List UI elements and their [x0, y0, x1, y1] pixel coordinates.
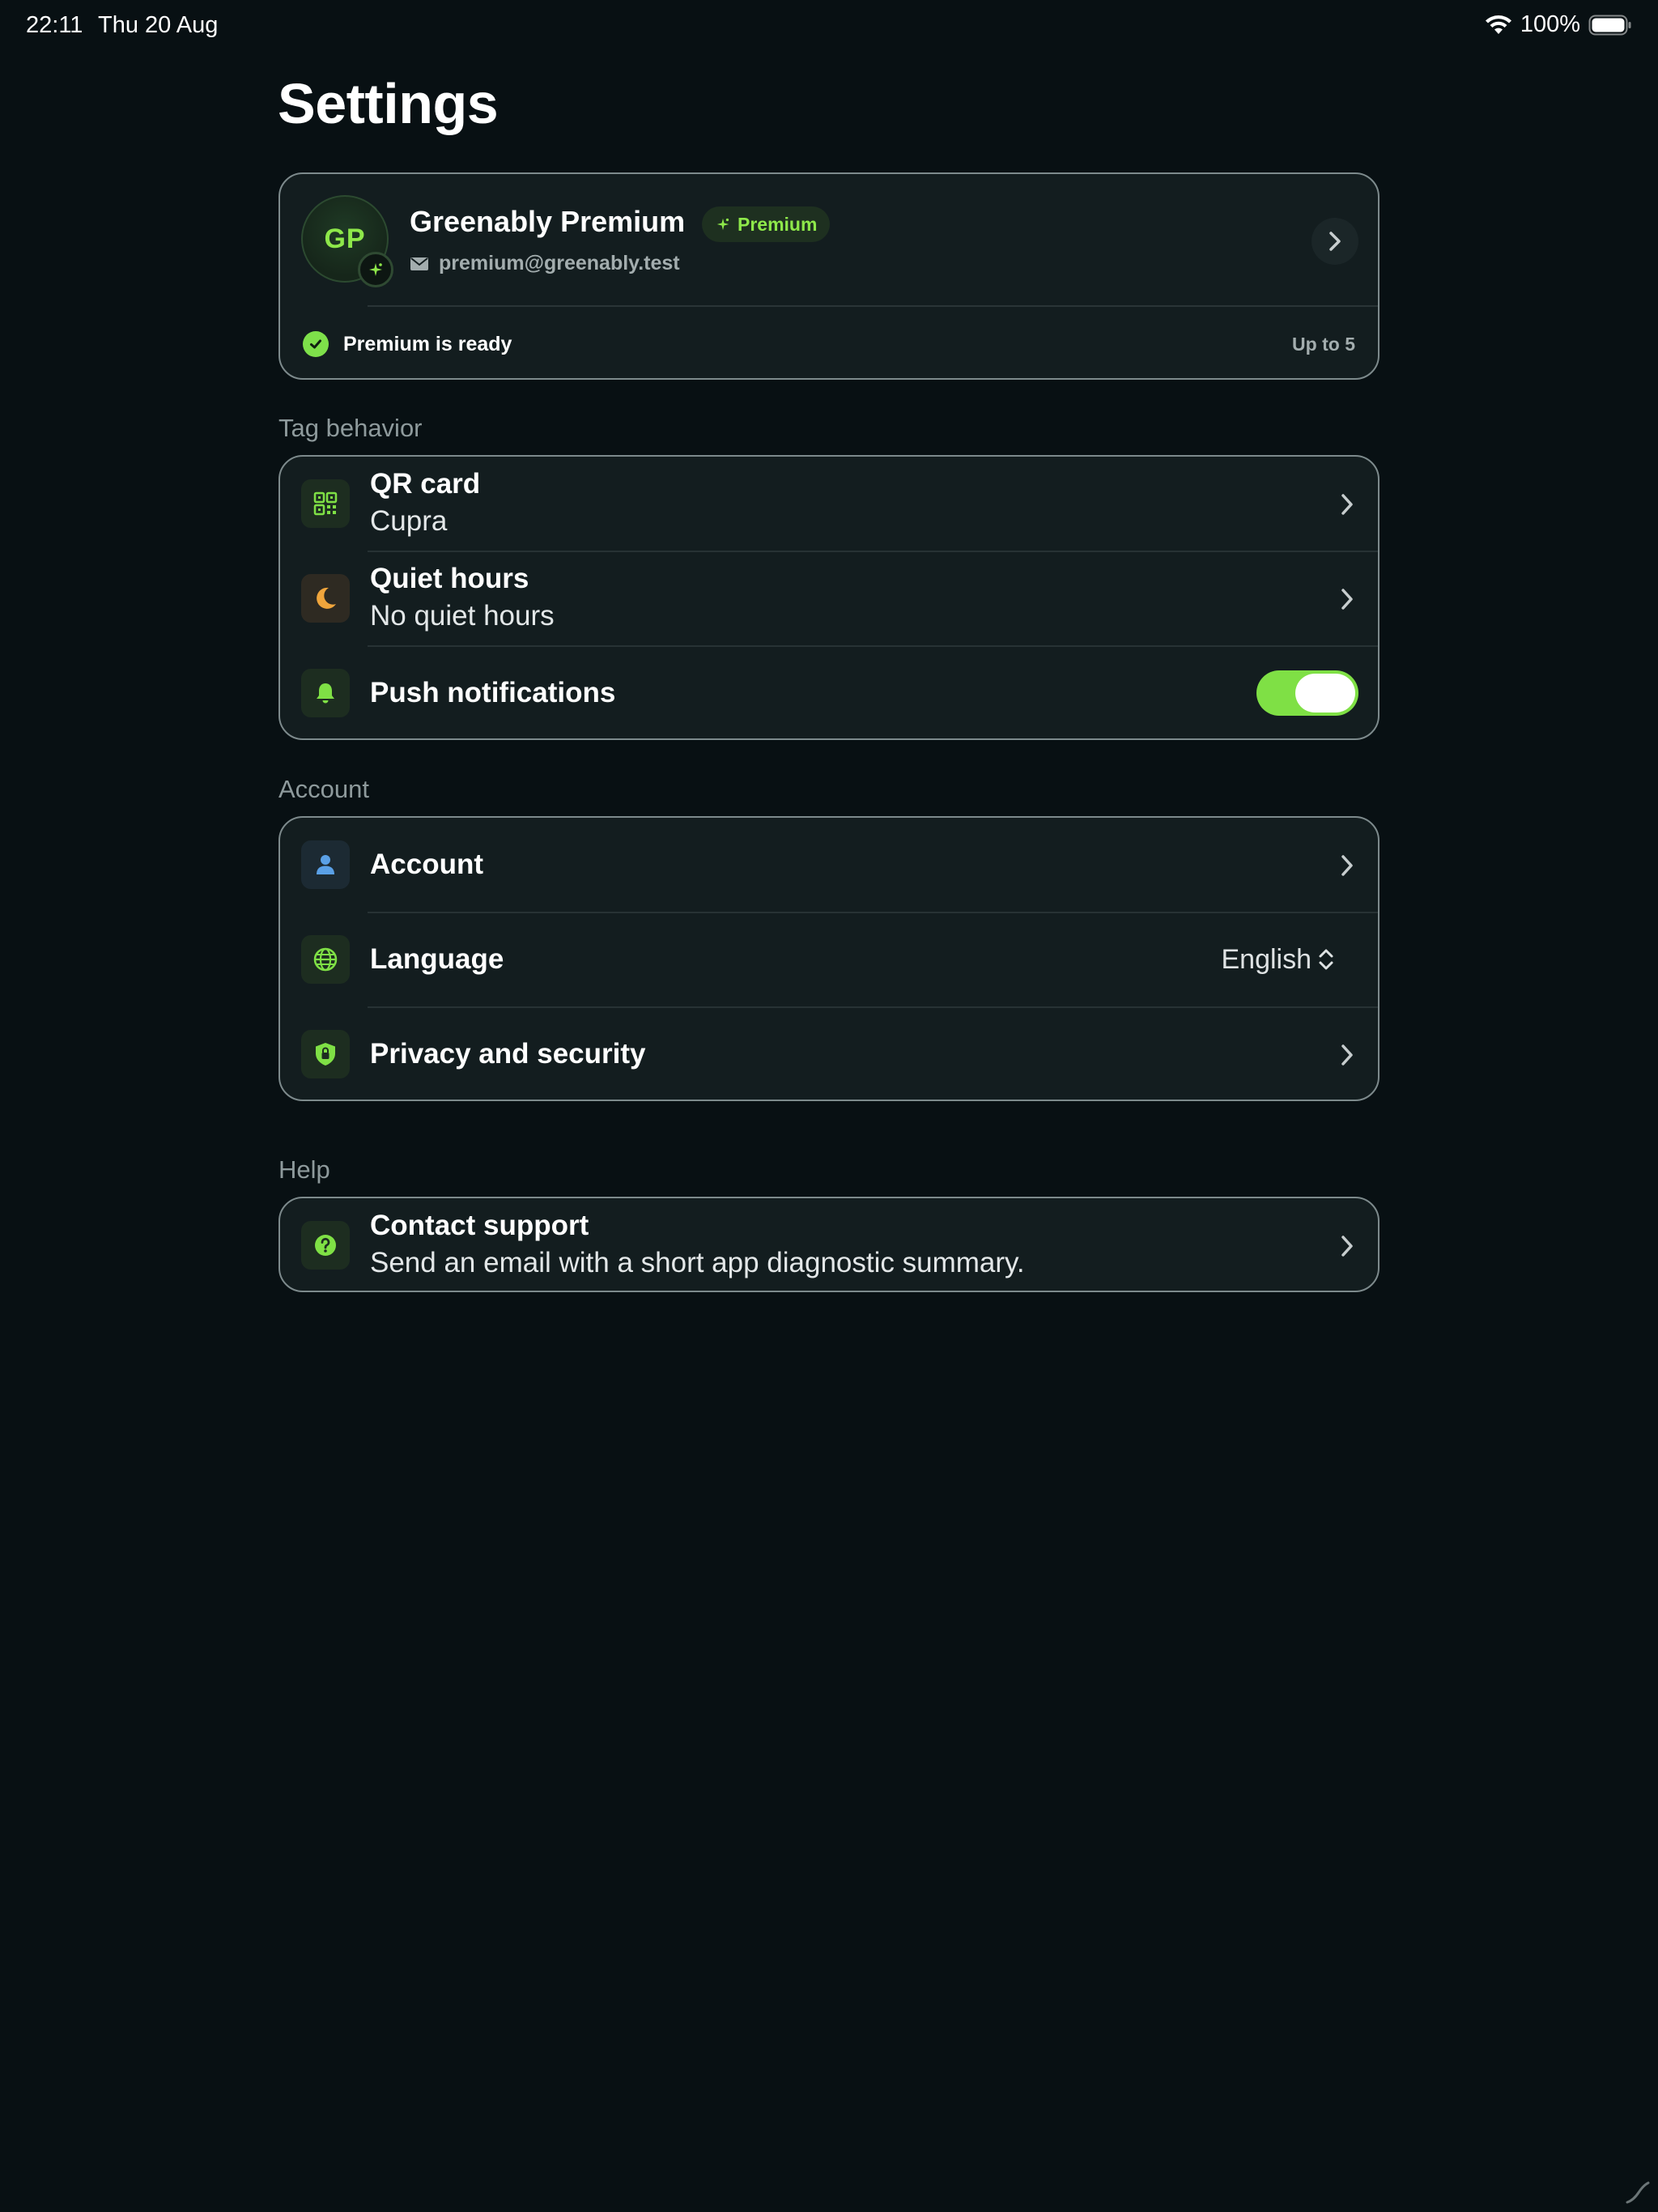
quiet-hours-title: Quiet hours	[370, 563, 529, 594]
moon-icon	[301, 574, 350, 623]
account-row[interactable]: Account	[280, 818, 1378, 912]
premium-status-row: Premium is ready Up to 5	[303, 328, 1355, 360]
divider	[368, 305, 1378, 307]
help-card: Contact support Send an email with a sho…	[278, 1197, 1380, 1292]
privacy-security-row[interactable]: Privacy and security	[280, 1007, 1378, 1100]
check-icon	[303, 331, 329, 357]
chevron-right-icon	[1341, 589, 1353, 610]
account-card: Account Language English Privacy and sec…	[278, 816, 1380, 1101]
avatar-sparkle-badge	[358, 252, 393, 287]
profile-name: Greenably Premium	[410, 205, 686, 238]
battery-icon	[1588, 15, 1631, 35]
chevron-right-icon	[1341, 855, 1353, 876]
profile-email: premium@greenably.test	[439, 252, 680, 274]
premium-badge: Premium	[702, 206, 831, 242]
push-notifications-row: Push notifications	[280, 646, 1378, 738]
globe-icon	[301, 935, 350, 984]
pencil-scribble-icon	[1626, 2181, 1650, 2204]
profile-card[interactable]: GP Greenably Premium Premium premium@gre…	[278, 172, 1380, 380]
premium-ready-text: Premium is ready	[343, 332, 512, 355]
chevron-right-icon	[1341, 1236, 1353, 1257]
premium-badge-label: Premium	[738, 213, 818, 235]
chevron-right-icon	[1341, 1044, 1353, 1066]
chevron-right-icon	[1341, 494, 1353, 515]
qr-code-icon	[301, 479, 350, 528]
section-label-help: Help	[278, 1155, 330, 1184]
wifi-icon	[1485, 15, 1511, 34]
status-date: Thu 20 Aug	[98, 12, 219, 38]
toggle-knob	[1295, 674, 1355, 713]
quiet-hours-row[interactable]: Quiet hours No quiet hours	[280, 551, 1378, 646]
chevron-right-icon	[1329, 232, 1341, 251]
bell-icon	[301, 669, 350, 717]
language-row[interactable]: Language English	[280, 912, 1378, 1007]
contact-support-title: Contact support	[370, 1210, 589, 1241]
status-indicators: 100%	[1485, 11, 1632, 38]
avatar-initials: GP	[324, 223, 366, 254]
tag-behavior-card: QR card Cupra Quiet hours No quiet hours…	[278, 455, 1380, 740]
account-title: Account	[370, 849, 483, 880]
mail-icon	[410, 257, 428, 270]
status-bar: 22:11 Thu 20 Aug 100%	[0, 0, 1658, 52]
quiet-hours-value: No quiet hours	[370, 600, 555, 632]
chevron-updown-icon	[1319, 949, 1333, 970]
contact-support-description: Send an email with a short app diagnosti…	[370, 1247, 1025, 1278]
battery-percent: 100%	[1520, 11, 1580, 37]
language-title: Language	[370, 943, 504, 975]
language-value[interactable]: English	[1221, 944, 1312, 976]
sparkle-icon	[716, 218, 729, 231]
section-label-account: Account	[278, 775, 370, 803]
push-notifications-title: Push notifications	[370, 677, 616, 708]
privacy-security-title: Privacy and security	[370, 1038, 646, 1070]
qr-card-value: Cupra	[370, 505, 448, 537]
page-title: Settings	[278, 72, 499, 135]
person-icon	[301, 840, 350, 889]
profile-open-button[interactable]	[1312, 218, 1358, 265]
premium-limit-text: Up to 5	[1292, 333, 1355, 355]
contact-support-row[interactable]: Contact support Send an email with a sho…	[280, 1198, 1378, 1291]
qr-card-title: QR card	[370, 468, 481, 500]
sparkle-icon	[369, 263, 382, 276]
qr-card-row[interactable]: QR card Cupra	[280, 457, 1378, 551]
shield-lock-icon	[301, 1030, 350, 1078]
question-icon	[301, 1221, 350, 1270]
push-notifications-toggle[interactable]	[1256, 670, 1358, 716]
profile-email-row: premium@greenably.test	[410, 252, 680, 275]
status-time: 22:11	[26, 12, 83, 38]
section-label-tag-behavior: Tag behavior	[278, 414, 423, 442]
